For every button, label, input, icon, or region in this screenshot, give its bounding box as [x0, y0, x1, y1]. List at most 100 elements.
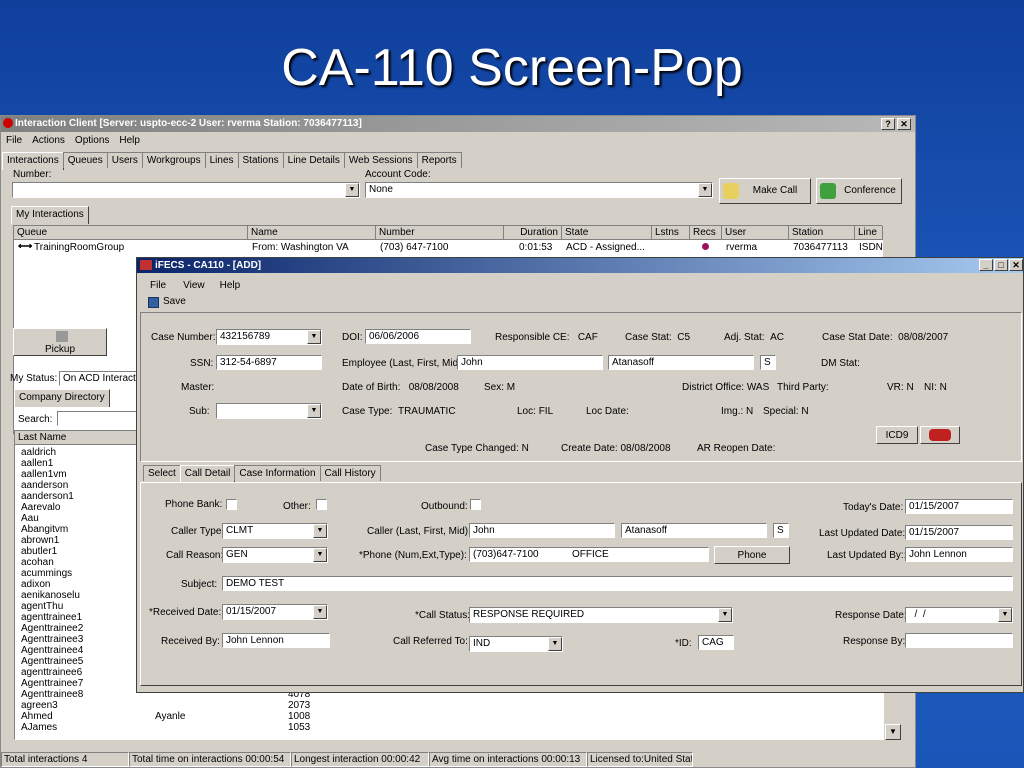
chevron-down-icon[interactable]: ▼ — [307, 404, 321, 418]
menu-file[interactable]: File — [145, 278, 171, 293]
tab-web-sessions[interactable]: Web Sessions — [343, 152, 418, 168]
tab-lines[interactable]: Lines — [204, 152, 239, 168]
list-item[interactable]: Aau — [21, 513, 139, 524]
col-user[interactable]: User — [722, 226, 789, 240]
list-item[interactable]: abrown1 — [21, 535, 139, 546]
phone-icon[interactable] — [920, 426, 960, 444]
col-queue[interactable]: Queue — [14, 226, 248, 240]
menu-help[interactable]: Help — [114, 133, 145, 148]
chevron-down-icon[interactable]: ▼ — [548, 637, 562, 651]
menu-help[interactable]: Help — [210, 278, 246, 293]
help-icon[interactable]: ? — [881, 118, 895, 130]
other-checkbox[interactable] — [316, 499, 327, 510]
employee-first-field[interactable]: John — [457, 355, 603, 370]
col-lstns[interactable]: Lstns — [652, 226, 690, 240]
list-item[interactable]: aanderson1 — [21, 491, 139, 502]
menu-view[interactable]: View — [171, 278, 210, 293]
list-item[interactable]: aenikanoselu — [21, 590, 139, 601]
list-item[interactable]: acohan — [21, 557, 139, 568]
chevron-down-icon[interactable]: ▼ — [698, 183, 712, 197]
minimize-icon[interactable]: _ — [979, 259, 993, 271]
table-row[interactable]: agreen3 2073 — [21, 700, 321, 711]
table-row[interactable]: Ahmed Ayanle 1008 — [21, 711, 321, 722]
chevron-down-icon[interactable]: ▼ — [313, 605, 327, 619]
chevron-down-icon[interactable]: ▼ — [313, 524, 327, 538]
close-icon[interactable]: ✕ — [897, 118, 911, 130]
tab-line-details[interactable]: Line Details — [282, 152, 345, 168]
list-item[interactable]: aanderson — [21, 480, 139, 491]
employee-mid-field[interactable]: S — [760, 355, 776, 370]
my-status-field[interactable]: On ACD Interaction — [59, 371, 137, 386]
list-item[interactable]: agenttrainee1 — [21, 612, 139, 623]
list-item[interactable]: Abangitvm — [21, 524, 139, 535]
tab-call-history[interactable]: Call History — [319, 465, 381, 481]
phone-field[interactable]: (703)647-7100 OFFICE — [469, 547, 709, 562]
number-input[interactable]: ▼ — [12, 182, 360, 198]
last-updated-by-field[interactable]: John Lennon — [905, 547, 1013, 562]
tab-interactions[interactable]: Interactions — [2, 152, 64, 170]
chevron-down-icon[interactable]: ▼ — [998, 608, 1012, 622]
list-item[interactable]: Agenttrainee2 — [21, 623, 139, 634]
col-station[interactable]: Station — [789, 226, 855, 240]
list-item[interactable]: aallen1 — [21, 458, 139, 469]
close-icon[interactable]: ✕ — [1009, 259, 1023, 271]
chevron-down-icon[interactable]: ▼ — [313, 548, 327, 562]
received-date-select[interactable]: 01/15/2007 ▼ — [222, 604, 328, 620]
employee-last-field[interactable]: Atanasoff — [608, 355, 754, 370]
response-date-select[interactable]: / / ▼ — [905, 607, 1013, 623]
list-item[interactable]: Agenttrainee4 — [21, 645, 139, 656]
todays-date-field[interactable]: 01/15/2007 — [905, 499, 1013, 514]
list-item[interactable]: agenttrainee6 — [21, 667, 139, 678]
ssn-field[interactable]: 312-54-6897 — [216, 355, 322, 370]
tab-reports[interactable]: Reports — [416, 152, 462, 168]
outbound-checkbox[interactable] — [470, 499, 481, 510]
list-item[interactable]: Agenttrainee7 — [21, 678, 139, 689]
caller-mid-field[interactable]: S — [773, 523, 789, 538]
list-item[interactable]: abutler1 — [21, 546, 139, 557]
tab-users[interactable]: Users — [106, 152, 143, 168]
tab-workgroups[interactable]: Workgroups — [141, 152, 206, 168]
chevron-down-icon[interactable]: ▼ — [307, 330, 321, 344]
col-last-name[interactable]: Last Name — [15, 431, 137, 445]
caller-first-field[interactable]: John — [469, 523, 615, 538]
maximize-icon[interactable]: □ — [994, 259, 1008, 271]
list-item[interactable]: Agenttrainee3 — [21, 634, 139, 645]
phone-button[interactable]: Phone — [714, 546, 790, 564]
id-field[interactable]: CAG — [698, 635, 734, 650]
chevron-down-icon[interactable]: ▼ — [345, 183, 359, 197]
tab-call-detail[interactable]: Call Detail — [179, 465, 236, 483]
tab-company-directory[interactable]: Company Directory — [14, 389, 110, 407]
col-duration[interactable]: Duration — [504, 226, 562, 240]
list-item[interactable]: aaldrich — [21, 447, 139, 458]
list-item[interactable]: adixon — [21, 579, 139, 590]
received-by-field[interactable]: John Lennon — [222, 633, 330, 648]
case-number-select[interactable]: 432156789 ▼ — [216, 329, 322, 345]
table-row[interactable]: AJames 1053 — [21, 722, 321, 733]
menu-file[interactable]: File — [1, 133, 27, 148]
sub-select[interactable]: ▼ — [216, 403, 322, 419]
col-state[interactable]: State — [562, 226, 652, 240]
col-line[interactable]: Line — [855, 226, 883, 240]
conference-button[interactable]: Conference — [816, 178, 902, 204]
make-call-button[interactable]: Make Call — [719, 178, 811, 204]
call-reason-select[interactable]: GEN ▼ — [222, 547, 328, 563]
col-name[interactable]: Name — [248, 226, 376, 240]
pickup-button[interactable]: Pickup — [13, 328, 107, 356]
tab-my-interactions[interactable]: My Interactions — [11, 206, 89, 224]
call-status-select[interactable]: RESPONSE REQUIRED ▼ — [469, 607, 733, 623]
caller-type-select[interactable]: CLMT ▼ — [222, 523, 328, 539]
save-button[interactable]: Save — [145, 296, 186, 310]
list-item[interactable]: Agenttrainee5 — [21, 656, 139, 667]
tab-stations[interactable]: Stations — [237, 152, 284, 168]
col-recs[interactable]: Recs — [690, 226, 722, 240]
menu-options[interactable]: Options — [70, 133, 114, 148]
icd9-button[interactable]: ICD9 — [876, 426, 918, 444]
account-code-select[interactable]: None ▼ — [365, 182, 713, 198]
table-row[interactable]: ⟷ TrainingRoomGroup From: Washington VA … — [14, 241, 883, 254]
list-item[interactable]: Aarevalo — [21, 502, 139, 513]
response-by-field[interactable] — [905, 633, 1013, 648]
col-number[interactable]: Number — [376, 226, 504, 240]
scroll-down-icon[interactable]: ▼ — [885, 724, 901, 740]
chevron-down-icon[interactable]: ▼ — [718, 608, 732, 622]
tab-case-information[interactable]: Case Information — [234, 465, 321, 481]
